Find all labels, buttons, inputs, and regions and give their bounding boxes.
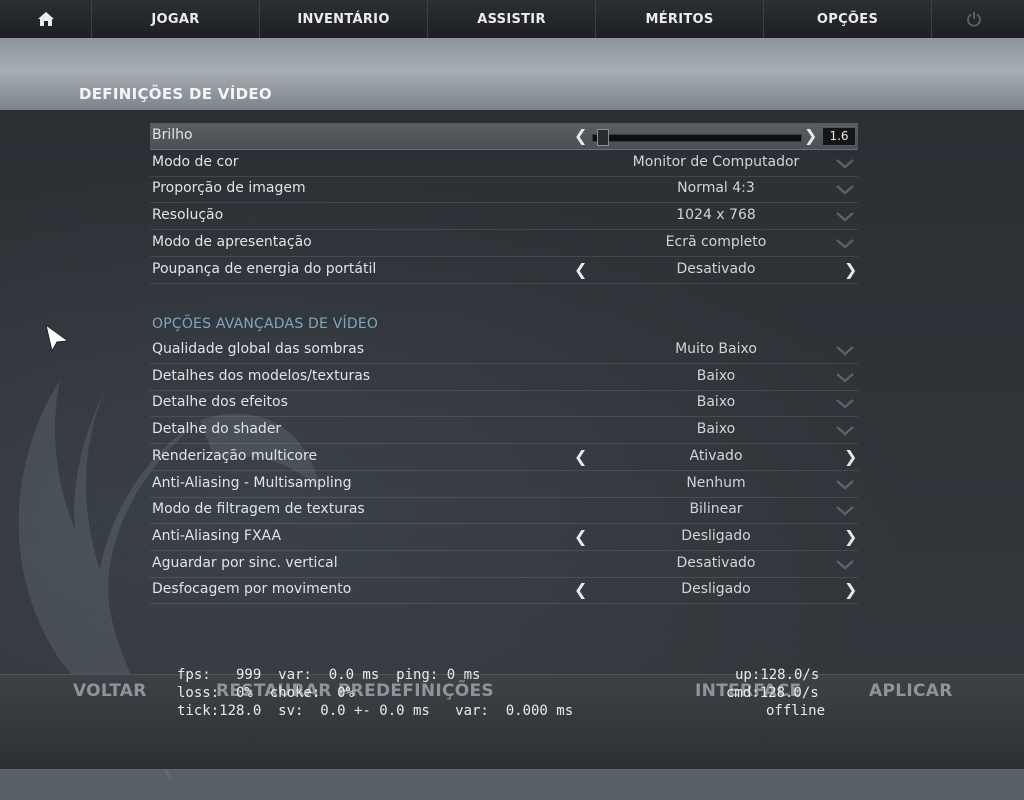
chevron-left-icon[interactable]: ❮ — [574, 580, 587, 599]
setting-row[interactable]: Anti-Aliasing FXAA Desligado ❮ ❯ — [150, 524, 858, 551]
nav-watch[interactable]: ASSISTIR — [428, 0, 596, 38]
power-button[interactable] — [932, 0, 1016, 38]
setting-label: Qualidade global das sombras — [152, 341, 365, 357]
setting-value[interactable]: Desligado — [580, 581, 852, 597]
setting-value[interactable]: 1024 x 768 — [580, 207, 852, 223]
chevron-right-icon[interactable]: ❯ — [804, 126, 817, 145]
netgraph-line: fps: 999 var: 0.0 ms ping: 0 ms — [177, 667, 481, 683]
chevron-left-icon[interactable]: ❮ — [574, 260, 587, 279]
chevron-down-icon[interactable] — [836, 425, 854, 437]
setting-row[interactable]: Detalhe do shader Baixo — [150, 417, 858, 444]
setting-value[interactable]: Desligado — [580, 528, 852, 544]
setting-row[interactable]: Modo de apresentação Ecrã completo — [150, 230, 858, 257]
top-navigation: JOGAR INVENTÁRIO ASSISTIR MÉRITOS OPÇÕES — [0, 0, 1024, 39]
setting-label: Brilho — [152, 127, 193, 143]
setting-row[interactable]: Poupança de energia do portátil Desativad… — [150, 257, 858, 284]
nav-play[interactable]: JOGAR — [92, 0, 260, 38]
setting-label: Proporção de imagem — [152, 180, 306, 196]
chevron-down-icon[interactable] — [836, 479, 854, 491]
setting-label: Aguardar por sinc. vertical — [152, 555, 338, 571]
netgraph-line: loss: 0% choke: 0% — [177, 685, 355, 701]
chevron-left-icon[interactable]: ❮ — [574, 527, 587, 546]
setting-label: Poupança de energia do portátil — [152, 261, 377, 277]
chevron-down-icon[interactable] — [836, 559, 854, 571]
chevron-down-icon[interactable] — [836, 211, 854, 223]
chevron-right-icon[interactable]: ❯ — [844, 447, 857, 466]
chevron-right-icon[interactable]: ❯ — [844, 260, 857, 279]
netgraph-cmd: cmd:128.0/s — [726, 685, 819, 701]
chevron-right-icon[interactable]: ❯ — [844, 527, 857, 546]
setting-row[interactable]: Renderização multicore Ativado ❮ ❯ — [150, 444, 858, 471]
chevron-down-icon[interactable] — [836, 345, 854, 357]
setting-label: Detalhe do shader — [152, 421, 282, 437]
brightness-slider[interactable] — [592, 134, 802, 142]
setting-row[interactable]: Resolução 1024 x 768 — [150, 203, 858, 230]
chevron-left-icon[interactable]: ❮ — [574, 126, 587, 145]
setting-value[interactable]: Muito Baixo — [580, 341, 852, 357]
chevron-down-icon[interactable] — [836, 158, 854, 170]
setting-row[interactable]: Anti-Aliasing - Multisampling Nenhum — [150, 471, 858, 498]
setting-row[interactable]: Desfocagem por movimento Desligado ❮ ❯ — [150, 577, 858, 604]
setting-row[interactable]: Detalhes dos modelos/texturas Baixo — [150, 364, 858, 391]
setting-value[interactable]: Normal 4:3 — [580, 180, 852, 196]
page-title: DEFINIÇÕES DE VÍDEO — [79, 85, 272, 103]
setting-label: Anti-Aliasing - Multisampling — [152, 475, 352, 491]
setting-value[interactable]: Bilinear — [580, 501, 852, 517]
setting-value[interactable]: Desativado — [580, 555, 852, 571]
apply-button[interactable]: APLICAR — [869, 681, 953, 701]
setting-value[interactable]: Nenhum — [580, 475, 852, 491]
setting-row[interactable]: Proporção de imagem Normal 4:3 — [150, 176, 858, 203]
setting-row[interactable]: Modo de cor Monitor de Computador — [150, 150, 858, 177]
setting-row[interactable]: Detalhe dos efeitos Baixo — [150, 390, 858, 417]
setting-value[interactable]: Baixo — [580, 421, 852, 437]
nav-options[interactable]: OPÇÕES — [764, 0, 932, 38]
brightness-value[interactable]: 1.6 — [822, 127, 856, 146]
chevron-down-icon[interactable] — [836, 505, 854, 517]
slider-handle[interactable] — [596, 129, 609, 146]
netgraph-upload: up:128.0/s — [735, 667, 820, 683]
back-button[interactable]: VOLTAR — [73, 681, 147, 701]
setting-label: Renderização multicore — [152, 448, 318, 464]
setting-label: Modo de cor — [152, 154, 239, 170]
netgraph-line: tick:128.0 sv: 0.0 +- 0.0 ms var: 0.000 … — [177, 703, 574, 719]
chevron-down-icon[interactable] — [836, 372, 854, 384]
setting-value[interactable]: Baixo — [580, 394, 852, 410]
chevron-left-icon[interactable]: ❮ — [574, 447, 587, 466]
advanced-section-title: OPÇÕES AVANÇADAS DE VÍDEO — [152, 316, 379, 332]
power-icon — [967, 12, 981, 27]
nav-inventory[interactable]: INVENTÁRIO — [260, 0, 428, 38]
setting-label: Detalhes dos modelos/texturas — [152, 368, 371, 384]
setting-value[interactable]: Ecrã completo — [580, 234, 852, 250]
setting-row[interactable]: Qualidade global das sombras Muito Baixo — [150, 337, 858, 364]
chevron-down-icon[interactable] — [836, 398, 854, 410]
setting-value[interactable]: Ativado — [580, 448, 852, 464]
setting-label: Anti-Aliasing FXAA — [152, 528, 282, 544]
chevron-down-icon[interactable] — [836, 238, 854, 250]
setting-label: Detalhe dos efeitos — [152, 394, 288, 410]
setting-row[interactable]: Modo de filtragem de texturas Bilinear — [150, 497, 858, 524]
chevron-down-icon[interactable] — [836, 184, 854, 196]
home-button[interactable] — [0, 0, 92, 38]
brightness-row[interactable]: Brilho ❮ ❯ 1.6 — [150, 123, 858, 150]
setting-label: Modo de filtragem de texturas — [152, 501, 365, 517]
mouse-cursor-icon — [45, 323, 70, 353]
setting-row[interactable]: Aguardar por sinc. vertical Desativado — [150, 551, 858, 578]
chevron-right-icon[interactable]: ❯ — [844, 580, 857, 599]
setting-value[interactable]: Baixo — [580, 368, 852, 384]
setting-label: Desfocagem por movimento — [152, 581, 352, 597]
setting-value[interactable]: Desativado — [580, 261, 852, 277]
setting-label: Modo de apresentação — [152, 234, 312, 250]
home-icon — [37, 12, 54, 26]
header-band: DEFINIÇÕES DE VÍDEO — [0, 38, 1024, 112]
setting-label: Resolução — [152, 207, 224, 223]
netgraph-status: offline — [766, 703, 826, 719]
nav-achievements[interactable]: MÉRITOS — [596, 0, 764, 38]
setting-value[interactable]: Monitor de Computador — [580, 154, 852, 170]
